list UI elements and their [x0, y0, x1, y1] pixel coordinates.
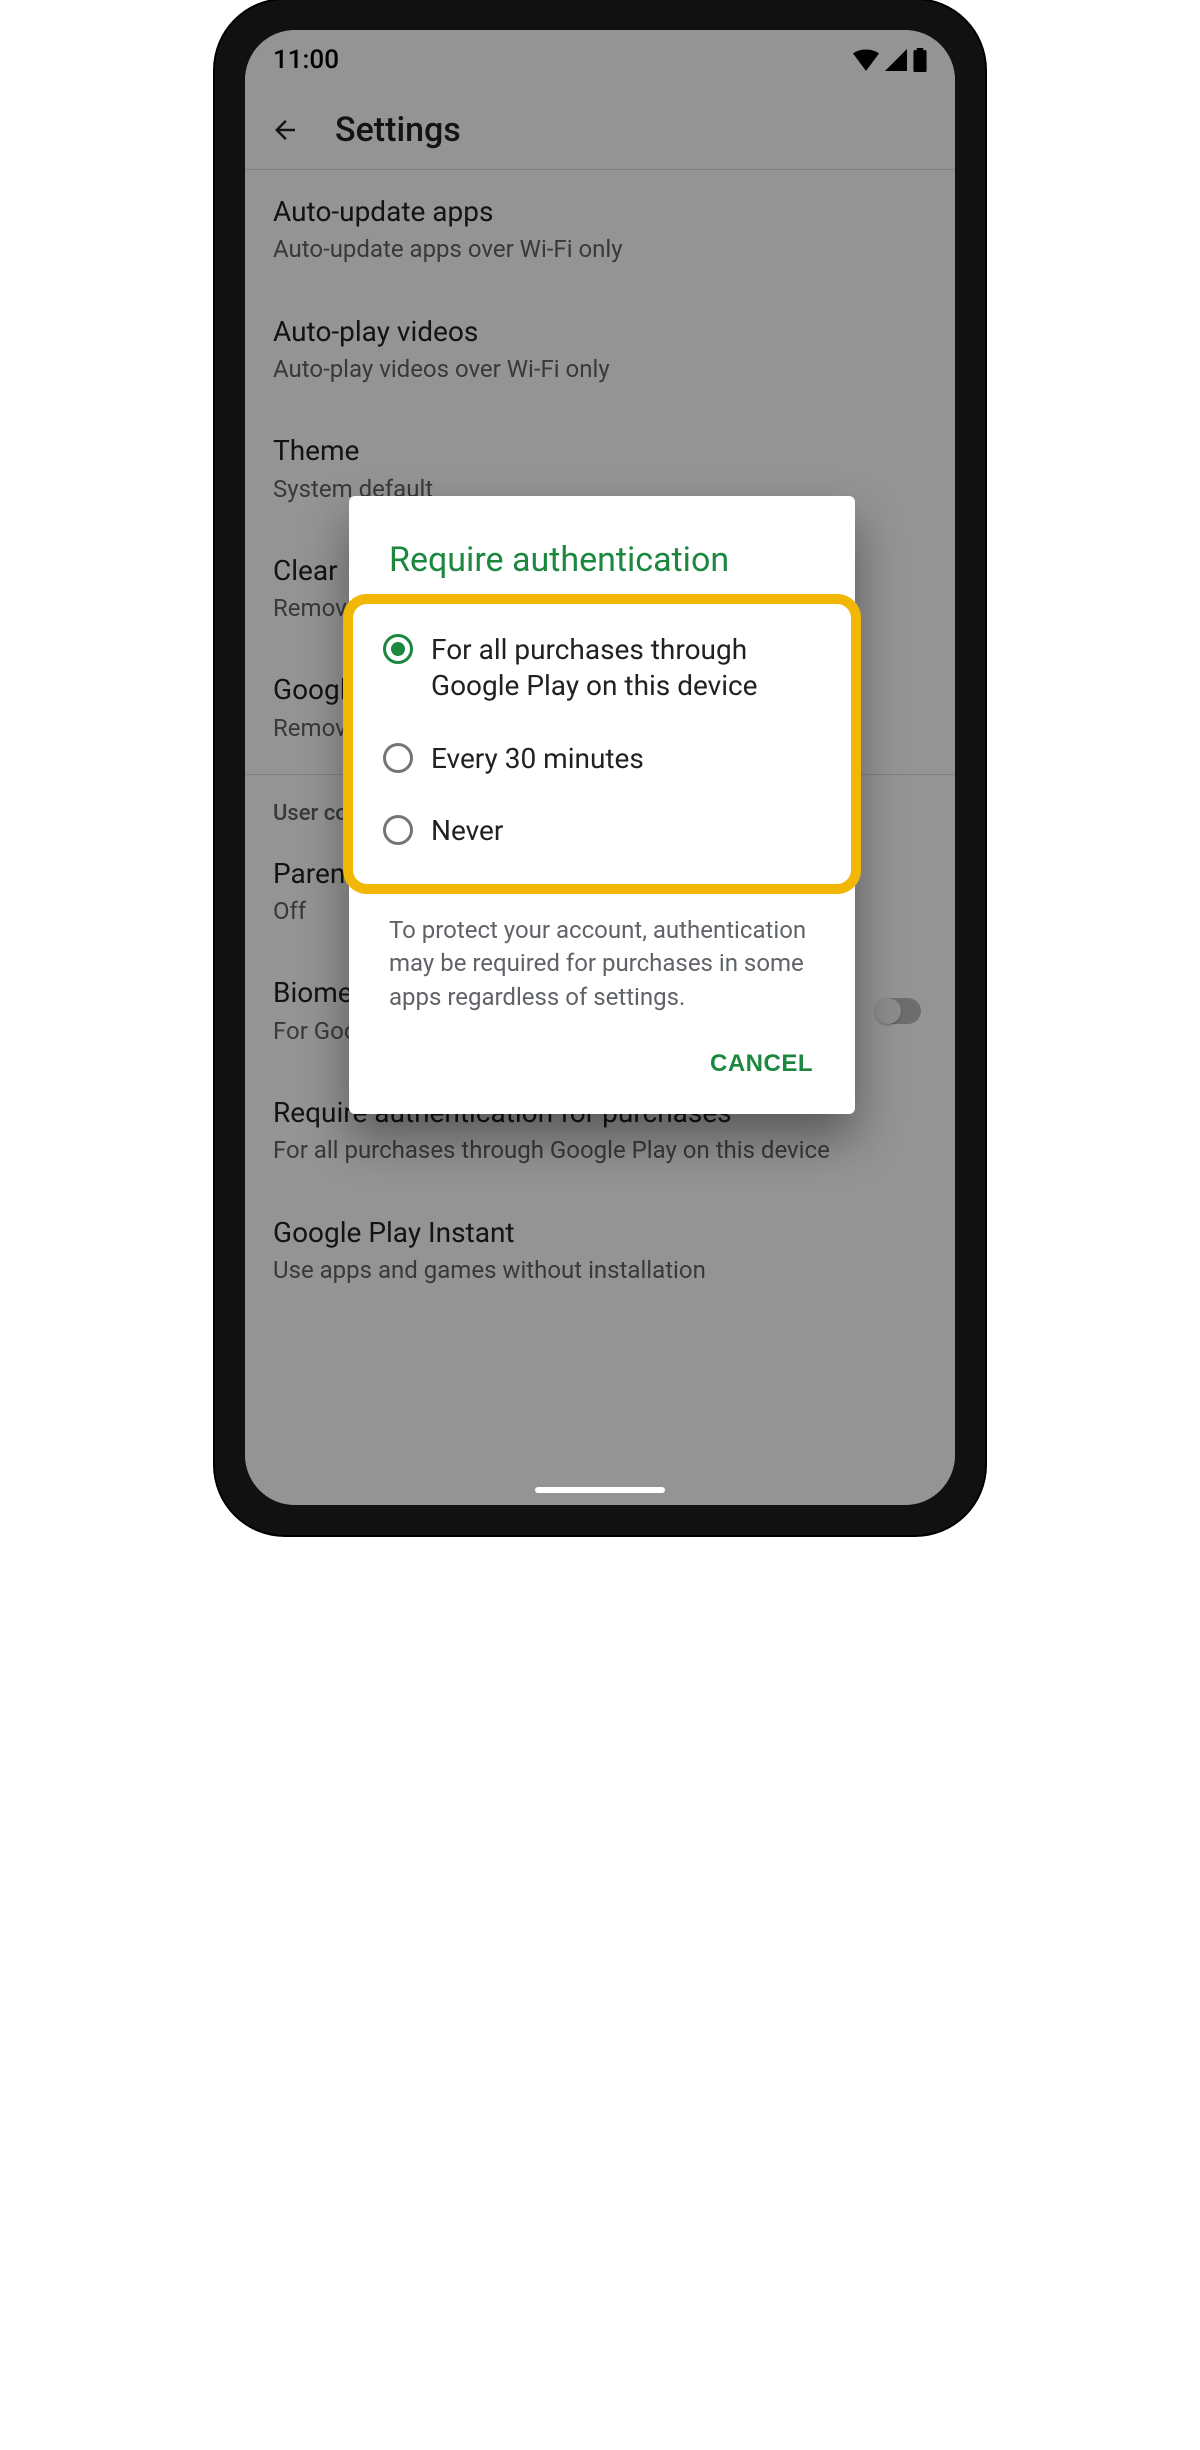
status-bar: 11:00 — [245, 30, 955, 90]
setting-auto-play-videos[interactable]: Auto-play videos Auto-play videos over W… — [245, 290, 955, 410]
radio-label: For all purchases through Google Play on… — [431, 632, 821, 705]
setting-sub: For all purchases through Google Play on… — [273, 1135, 927, 1166]
highlight-annotation: For all purchases through Google Play on… — [343, 594, 861, 894]
status-time: 11:00 — [273, 45, 339, 75]
radio-icon — [383, 815, 413, 845]
cancel-button[interactable]: CANCEL — [698, 1042, 825, 1086]
battery-icon — [913, 48, 927, 72]
arrow-back-icon — [270, 115, 300, 145]
app-bar: Settings — [245, 90, 955, 170]
setting-title: Theme — [273, 433, 927, 469]
nav-gesture-pill[interactable] — [535, 1487, 665, 1493]
radio-option-never[interactable]: Never — [383, 795, 821, 867]
screen: 11:00 Settings Auto-update apps Auto-upd… — [245, 30, 955, 1505]
status-icons — [853, 48, 927, 72]
setting-play-instant[interactable]: Google Play Instant Use apps and games w… — [245, 1191, 955, 1311]
setting-sub: Auto-update apps over Wi-Fi only — [273, 234, 927, 265]
dialog-note: To protect your account, authentication … — [349, 894, 855, 1025]
setting-title: Google Play Instant — [273, 1215, 927, 1251]
wifi-icon — [853, 49, 879, 71]
setting-title: Auto-play videos — [273, 314, 927, 350]
radio-label: Every 30 minutes — [431, 741, 644, 777]
setting-sub: Use apps and games without installation — [273, 1255, 927, 1286]
require-auth-dialog: Require authentication For all purchases… — [349, 496, 855, 1114]
radio-label: Never — [431, 813, 503, 849]
setting-auto-update-apps[interactable]: Auto-update apps Auto-update apps over W… — [245, 170, 955, 290]
back-button[interactable] — [263, 108, 307, 152]
biometric-toggle[interactable] — [875, 998, 921, 1024]
dialog-title: Require authentication — [349, 526, 855, 594]
page-title: Settings — [335, 110, 461, 150]
device-frame: 11:00 Settings Auto-update apps Auto-upd… — [215, 0, 985, 1535]
radio-icon — [383, 634, 413, 664]
radio-option-every-30-min[interactable]: Every 30 minutes — [383, 723, 821, 795]
dialog-actions: CANCEL — [349, 1024, 855, 1104]
cellular-icon — [885, 49, 907, 71]
setting-title: Auto-update apps — [273, 194, 927, 230]
radio-icon — [383, 743, 413, 773]
radio-option-all-purchases[interactable]: For all purchases through Google Play on… — [383, 614, 821, 723]
setting-sub: Auto-play videos over Wi-Fi only — [273, 354, 927, 385]
